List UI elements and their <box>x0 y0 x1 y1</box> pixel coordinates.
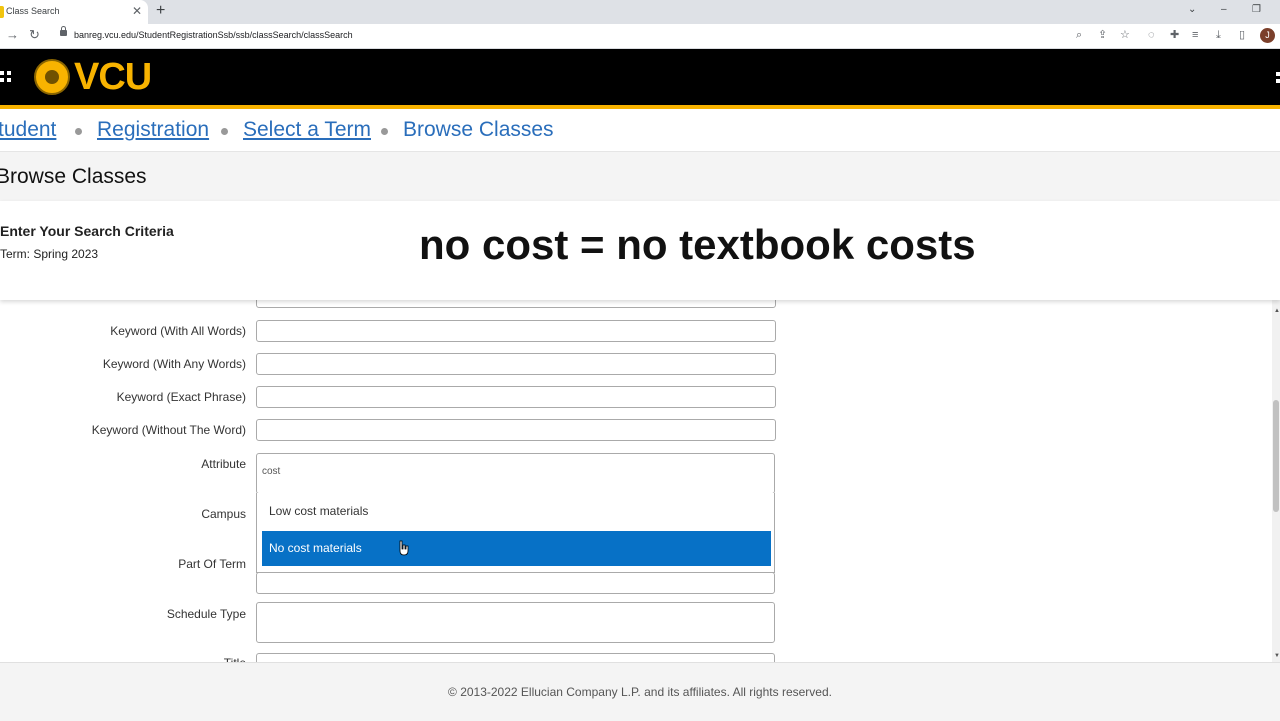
app-grid-icon[interactable] <box>0 71 12 83</box>
breadcrumb-student[interactable]: tudent <box>0 118 56 142</box>
mouse-cursor-icon <box>399 540 409 556</box>
keyword-exact-label: Keyword (Exact Phrase) <box>116 390 246 404</box>
tab-title: Class Search <box>6 6 60 16</box>
attribute-option-low-cost[interactable]: Low cost materials <box>269 504 368 518</box>
breadcrumb-current: Browse Classes <box>403 118 554 141</box>
attribute-select[interactable] <box>256 453 775 494</box>
forward-icon[interactable]: → <box>6 28 19 42</box>
site-header <box>0 49 1280 105</box>
part-of-term-input[interactable] <box>256 572 775 594</box>
breadcrumb-select-term[interactable]: Select a Term <box>243 118 371 142</box>
minimize-button[interactable]: – <box>1221 4 1227 15</box>
puzzle-icon[interactable]: ✚ <box>1170 28 1179 42</box>
scroll-down-icon[interactable]: ▼ <box>1274 653 1280 659</box>
breadcrumb-separator <box>75 128 82 135</box>
tab-search-icon[interactable]: ⌄ <box>1188 4 1196 15</box>
keyword-without-input[interactable] <box>256 419 776 441</box>
breadcrumb-registration[interactable]: Registration <box>97 118 209 142</box>
part-of-term-label: Part Of Term <box>178 557 246 571</box>
title-input[interactable] <box>256 653 775 662</box>
keyword-all-input[interactable] <box>256 320 776 342</box>
download-icon[interactable]: ⤓ <box>1216 28 1221 42</box>
page-title: Browse Classes <box>0 165 147 188</box>
address-bar[interactable]: banreg.vcu.edu/StudentRegistrationSsb/ss… <box>74 30 353 40</box>
user-menu-icon[interactable] <box>1274 71 1280 83</box>
campus-label: Campus <box>201 507 246 521</box>
term-text: Term: Spring 2023 <box>0 247 99 261</box>
browser-tab-strip: Class Search ✕ + ⌄ – ❐ <box>0 0 1280 24</box>
zoom-icon[interactable]: ⌕ <box>1076 28 1082 42</box>
vcu-logo[interactable]: VCU <box>74 56 152 99</box>
schedule-type-label: Schedule Type <box>166 607 246 621</box>
scroll-up-icon[interactable]: ▲ <box>1274 308 1280 314</box>
attribute-label: Attribute <box>201 457 246 471</box>
new-tab-button[interactable]: + <box>156 3 165 19</box>
search-field-top[interactable] <box>256 300 776 308</box>
side-panel-icon[interactable]: ▯ <box>1239 28 1245 42</box>
keyword-any-input[interactable] <box>256 353 776 375</box>
attribute-option-no-cost-label: No cost materials <box>269 541 362 555</box>
profile-avatar[interactable]: J <box>1260 28 1275 43</box>
schedule-type-input[interactable] <box>256 602 775 643</box>
share-icon[interactable]: ⇪ <box>1098 28 1107 42</box>
keyword-without-label: Keyword (Without The Word) <box>91 423 246 437</box>
browser-tab[interactable]: Class Search ✕ <box>0 0 148 24</box>
keyword-any-label: Keyword (With Any Words) <box>102 357 246 371</box>
video-caption: no cost = no textbook costs <box>419 221 976 268</box>
extension-icon[interactable]: ◌ <box>1148 28 1155 42</box>
restore-button[interactable]: ❐ <box>1252 4 1261 15</box>
keyword-all-label: Keyword (With All Words) <box>110 324 246 338</box>
reading-list-icon[interactable]: ≡ <box>1192 28 1198 42</box>
keyword-exact-input[interactable] <box>256 386 776 408</box>
reload-icon[interactable]: ↻ <box>29 28 40 42</box>
breadcrumb-separator <box>221 128 228 135</box>
copyright-text: © 2013-2022 Ellucian Company L.P. and it… <box>448 685 832 699</box>
attribute-search-input[interactable]: cost <box>262 466 280 477</box>
search-criteria-heading: Enter Your Search Criteria <box>0 223 174 239</box>
browser-toolbar: → ↻ banreg.vcu.edu/StudentRegistrationSs… <box>0 24 1280 49</box>
lock-icon[interactable] <box>60 26 67 36</box>
scrollbar-thumb[interactable] <box>1273 400 1279 512</box>
favicon-icon <box>0 6 4 18</box>
breadcrumb-separator <box>381 128 388 135</box>
bookmark-star-icon[interactable]: ☆ <box>1120 28 1130 42</box>
vcu-seal-logo <box>34 59 70 95</box>
tab-close-icon[interactable]: ✕ <box>132 5 142 17</box>
